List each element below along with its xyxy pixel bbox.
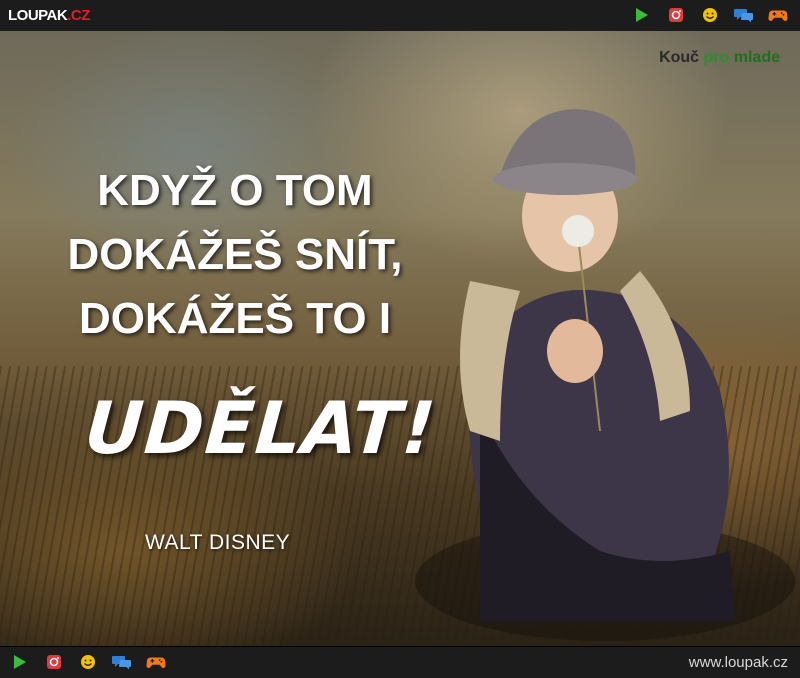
chat-icon[interactable] [112, 653, 132, 671]
chat-icon[interactable] [734, 6, 754, 24]
play-icon[interactable] [632, 6, 652, 24]
logo-tld: CZ [70, 7, 91, 24]
watermark-k: Kouč [659, 49, 700, 66]
site-logo[interactable]: LOUPAK.CZ [8, 7, 90, 24]
quote-emphasis: UDĚLAT! [82, 386, 440, 470]
watermark-brand: Kouč pro mlade [659, 49, 780, 67]
smiley-icon[interactable] [700, 6, 720, 24]
quote-line-2: DOKÁŽEŠ SNÍT, [67, 230, 403, 279]
top-icon-group [632, 6, 788, 24]
watermark-pro: pro [703, 49, 730, 66]
play-icon[interactable] [10, 653, 30, 671]
top-bar: LOUPAK.CZ [0, 0, 800, 32]
bottom-bar: www.loupak.cz [0, 646, 800, 678]
meme-image: Kouč pro mlade KDYŽ O TOM DOKÁŽEŠ SNÍT, … [0, 31, 800, 646]
site-url[interactable]: www.loupak.cz [689, 654, 788, 671]
gamepad-icon[interactable] [146, 653, 166, 671]
instagram-icon[interactable] [44, 653, 64, 671]
gamepad-icon[interactable] [768, 6, 788, 24]
quote-author: WALT DISNEY [145, 531, 291, 554]
instagram-icon[interactable] [666, 6, 686, 24]
quote-line-1: KDYŽ O TOM [97, 166, 373, 215]
watermark-mlade: mlade [733, 49, 780, 66]
smiley-icon[interactable] [78, 653, 98, 671]
quote-line-3: DOKÁŽEŠ TO I [78, 294, 392, 343]
bottom-icon-group [10, 653, 166, 671]
logo-main: LOUPAK [8, 7, 68, 24]
quote-text: KDYŽ O TOM DOKÁŽEŠ SNÍT, DOKÁŽEŠ TO I [0, 159, 470, 351]
